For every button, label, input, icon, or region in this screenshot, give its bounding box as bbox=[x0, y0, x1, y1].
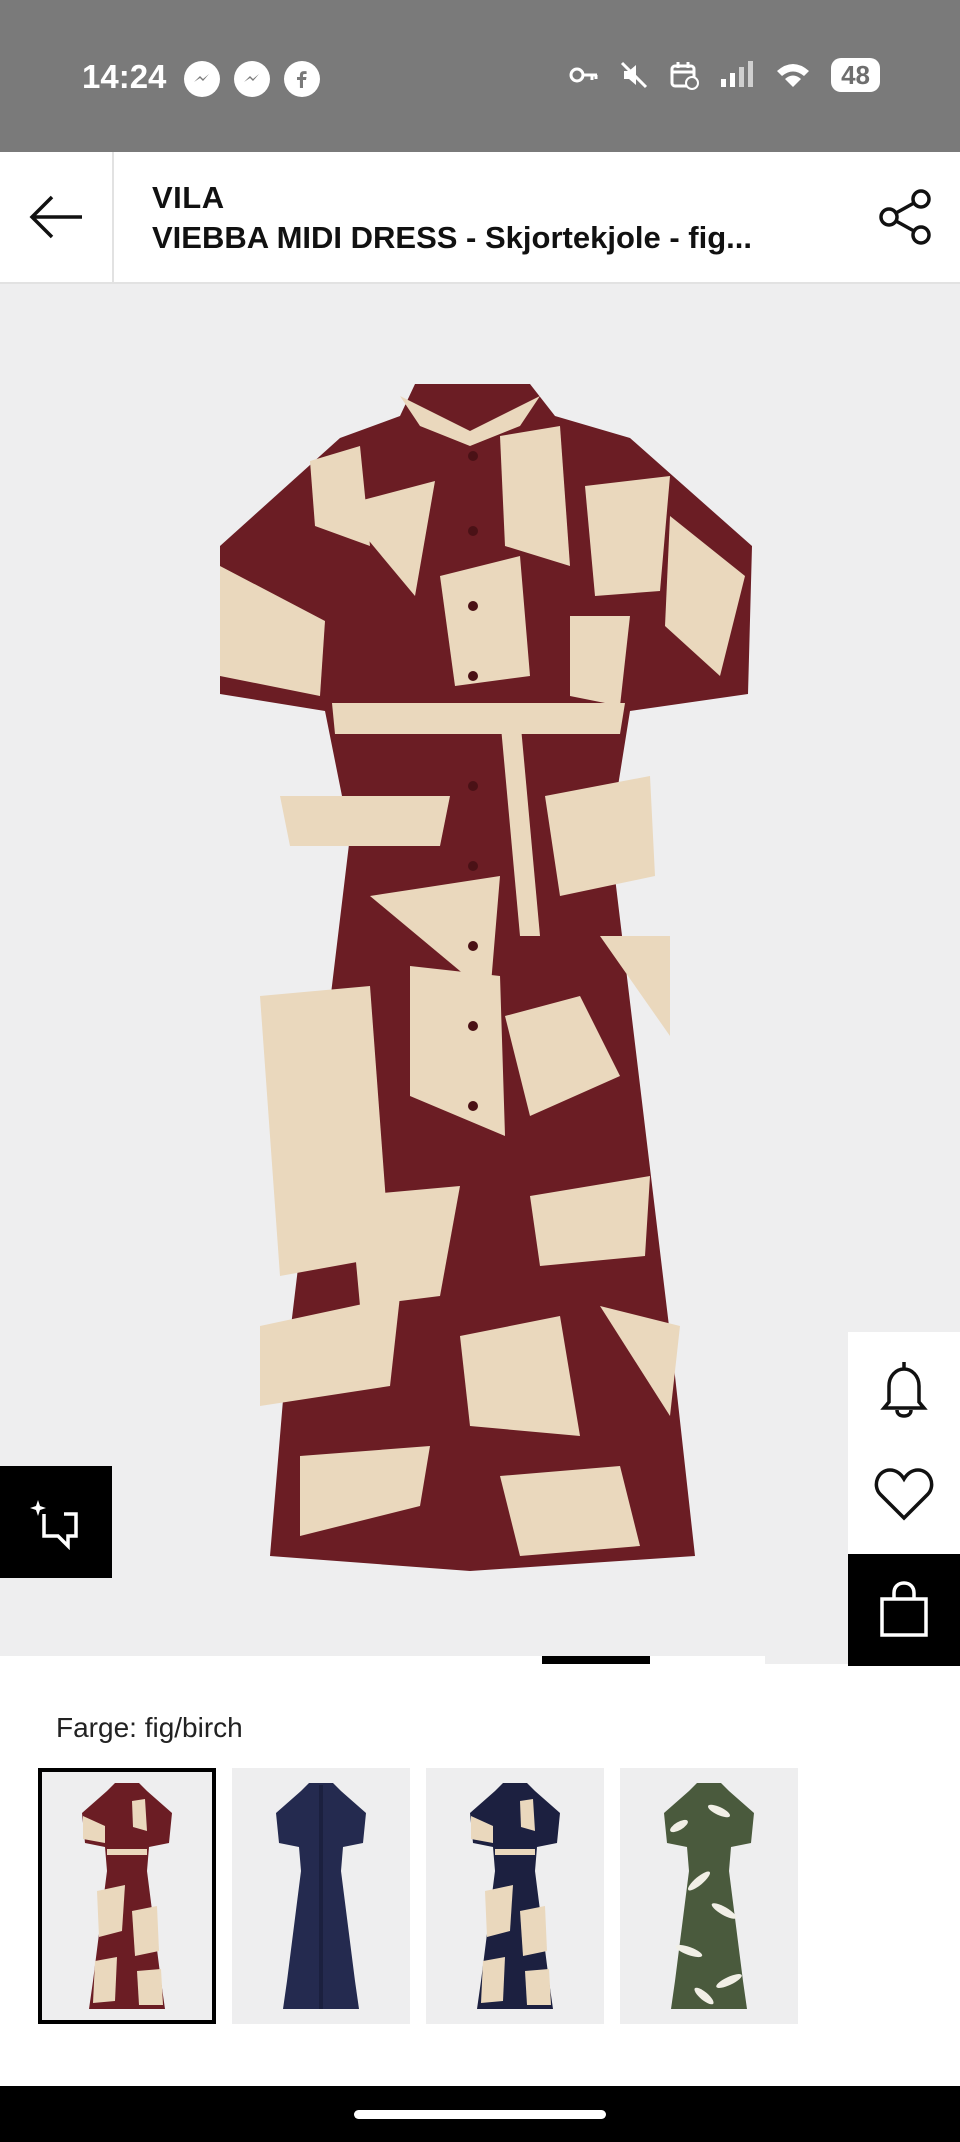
system-navigation-bar bbox=[0, 2086, 960, 2142]
side-action-panel bbox=[848, 1332, 960, 1666]
battery-icon: 48 bbox=[831, 58, 880, 92]
price-alert-button[interactable] bbox=[848, 1332, 960, 1444]
messenger-icon bbox=[234, 61, 270, 97]
color-swatch-fig-birch[interactable] bbox=[38, 1768, 216, 2024]
facebook-icon bbox=[284, 61, 320, 97]
status-time: 14:24 bbox=[82, 58, 167, 95]
status-indicators: 48 bbox=[569, 58, 880, 92]
heart-icon bbox=[874, 1468, 934, 1521]
back-arrow-icon bbox=[29, 195, 82, 239]
swatch-image bbox=[82, 1783, 172, 2009]
bell-icon bbox=[880, 1362, 928, 1418]
product-header: VILA VIEBBA MIDI DRESS - Skjortekjole - … bbox=[0, 152, 960, 284]
product-image-gallery[interactable] bbox=[0, 284, 960, 1666]
back-button[interactable] bbox=[0, 152, 114, 282]
brand-name: VILA bbox=[152, 180, 225, 215]
gallery-track bbox=[0, 1656, 765, 1664]
status-app-icons bbox=[184, 61, 320, 97]
color-swatch-navy-pattern[interactable] bbox=[426, 1768, 604, 2024]
calendar-icon bbox=[670, 62, 700, 90]
home-gesture-handle[interactable] bbox=[354, 2110, 606, 2119]
color-swatch-navy[interactable] bbox=[232, 1768, 410, 2024]
bag-icon bbox=[880, 1581, 928, 1637]
compare-icon bbox=[30, 1500, 78, 1550]
key-icon bbox=[569, 67, 598, 83]
product-image bbox=[220, 384, 752, 1571]
share-button[interactable] bbox=[870, 182, 940, 252]
messenger-icon bbox=[184, 61, 220, 97]
add-to-bag-button[interactable] bbox=[848, 1554, 960, 1666]
color-label: Farge: fig/birch bbox=[56, 1712, 243, 1743]
status-bar: 14:24 48 bbox=[0, 0, 960, 152]
share-icon bbox=[879, 189, 931, 245]
swatch-image bbox=[276, 1783, 366, 2009]
swatch-image bbox=[664, 1783, 754, 2009]
wishlist-button[interactable] bbox=[848, 1438, 960, 1550]
signal-icon bbox=[721, 61, 754, 87]
product-title: VIEBBA MIDI DRESS - Skjortekjole - fig..… bbox=[152, 220, 752, 255]
gallery-position-indicator bbox=[542, 1656, 650, 1664]
wifi-icon bbox=[777, 64, 810, 87]
swatch-image bbox=[470, 1783, 560, 2009]
color-swatch-green-leaf[interactable] bbox=[620, 1768, 798, 2024]
color-swatches bbox=[38, 1768, 798, 2024]
compare-button[interactable] bbox=[0, 1466, 112, 1578]
mute-icon bbox=[621, 61, 648, 89]
